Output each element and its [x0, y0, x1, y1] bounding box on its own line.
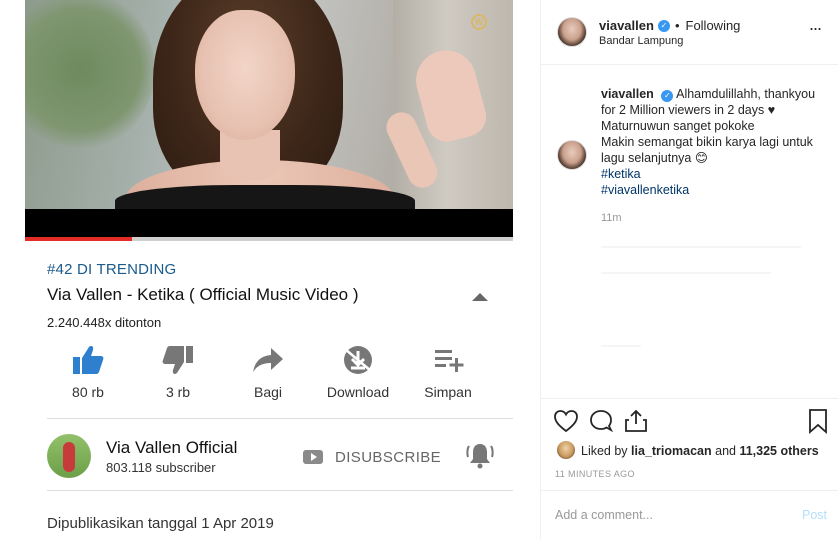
faded-comment-placeholder [601, 345, 641, 347]
verified-badge-icon: ✓ [657, 19, 670, 32]
trending-label[interactable]: #42 DI TRENDING [47, 261, 176, 278]
post-caption: viavallen ✓ Alhamdulillahh, thankyou for… [601, 86, 829, 198]
channel-name[interactable]: Via Vallen Official [106, 438, 237, 458]
thumbs-up-icon [73, 346, 104, 374]
divider [541, 490, 838, 491]
download-button[interactable]: Download [313, 344, 403, 406]
subscriber-count: 803.118 subscriber [106, 460, 216, 475]
share-label: Bagi [253, 384, 283, 400]
video-subject-face [195, 10, 295, 140]
video-letterbox-bar [25, 209, 513, 237]
faded-comment-placeholder [601, 246, 801, 248]
subscribed-label: DISUBSCRIBE [335, 448, 442, 466]
like-button[interactable]: 80 rb [43, 344, 133, 406]
video-player[interactable]: W [25, 0, 513, 209]
liker-avatar[interactable] [557, 441, 575, 459]
video-watermark-logo: W [471, 14, 487, 30]
divider [541, 64, 838, 65]
post-comment-button[interactable]: Post [802, 508, 827, 522]
video-title: Via Vallen - Ketika ( Official Music Vid… [47, 285, 359, 304]
thumbs-down-icon [162, 346, 193, 374]
subscribed-button[interactable]: DISUBSCRIBE [303, 446, 441, 468]
save-label: Simpan [424, 384, 472, 400]
video-background-tree [25, 0, 155, 150]
header-avatar[interactable] [557, 17, 587, 47]
save-button[interactable]: Simpan [403, 344, 493, 406]
collapse-arrow-icon[interactable] [469, 288, 491, 304]
likes-summary: Liked by lia_triomacan and 11,325 others [581, 444, 819, 458]
hashtag-link[interactable]: #viavallenketika [601, 183, 689, 197]
channel-avatar[interactable] [47, 434, 91, 478]
dislike-count: 3 rb [165, 384, 191, 400]
likes-middle: and [715, 444, 736, 458]
post-header: viavallen ✓ • Following [599, 18, 740, 33]
caption-username[interactable]: viavallen [601, 87, 654, 101]
hashtag-link[interactable]: #ketika [601, 167, 641, 181]
likes-count[interactable]: 11,325 others [739, 444, 818, 458]
divider [47, 490, 513, 491]
comment-icon[interactable] [588, 408, 614, 434]
divider [541, 398, 838, 399]
header-username[interactable]: viavallen [599, 18, 654, 33]
publish-date: Dipublikasikan tanggal 1 Apr 2019 [47, 515, 274, 532]
youtube-logo-icon [303, 450, 323, 464]
more-options-icon[interactable]: ... [809, 14, 822, 35]
youtube-screenshot: W #42 DI TRENDING Via Vallen - Ketika ( … [25, 0, 513, 539]
post-location[interactable]: Bandar Lampung [599, 35, 683, 47]
video-progress-fill [25, 237, 133, 241]
playlist-add-icon [435, 350, 464, 372]
like-count: 80 rb [72, 384, 104, 400]
heart-icon[interactable] [553, 408, 579, 434]
share-icon [253, 348, 283, 372]
share-icon[interactable] [623, 408, 649, 434]
caption-avatar[interactable] [557, 140, 587, 170]
notification-bell-icon[interactable] [465, 440, 495, 470]
header-separator: • [674, 18, 680, 33]
share-button[interactable]: Bagi [223, 344, 313, 406]
download-icon [344, 346, 372, 374]
bookmark-icon[interactable] [805, 408, 831, 434]
likes-prefix: Liked by [581, 444, 628, 458]
dislike-button[interactable]: 3 rb [133, 344, 223, 406]
caption-timestamp: 11m [601, 212, 622, 224]
divider [47, 418, 513, 419]
view-count: 2.240.448x ditonton [47, 315, 162, 330]
caption-line: Makin semangat bikin karya lagi untuk la… [601, 135, 813, 165]
follow-status[interactable]: Following [686, 18, 741, 33]
instagram-post-panel: viavallen ✓ • Following Bandar Lampung .… [540, 0, 838, 539]
download-label: Download [326, 384, 390, 400]
video-progress-bar[interactable] [25, 237, 513, 241]
caption-line: Maturnuwun sanget pokoke [601, 119, 755, 133]
comment-input[interactable]: Add a comment... [555, 508, 653, 522]
post-timestamp: 11 MINUTES AGO [555, 469, 635, 479]
verified-badge-icon: ✓ [661, 90, 674, 102]
video-subject-dress [115, 185, 415, 209]
faded-comment-placeholder [601, 272, 771, 274]
liker-username[interactable]: lia_triomacan [631, 444, 712, 458]
